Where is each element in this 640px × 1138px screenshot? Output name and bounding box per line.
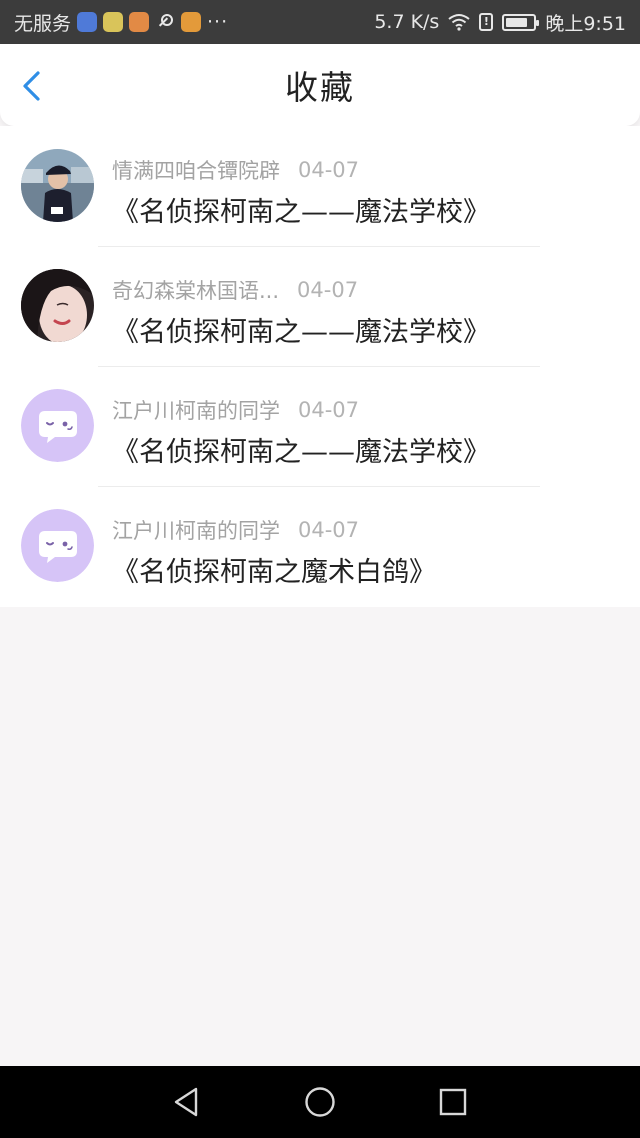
- system-nav-bar: [0, 1066, 640, 1138]
- item-title: 《名侦探柯南之——魔法学校》: [112, 437, 490, 468]
- video-app-icon: [129, 12, 150, 32]
- item-date: 04-07: [298, 158, 360, 182]
- default-chat-avatar-icon: [21, 389, 94, 462]
- battery-level-fill: [506, 17, 528, 27]
- home-circle-icon[interactable]: [303, 1085, 337, 1119]
- favorites-page: 无服务 ··· 5.7 K/s ! 晚上9:51 收藏 情满四咱合镡院辟 04-…: [0, 0, 640, 1138]
- status-bar: 无服务 ··· 5.7 K/s ! 晚上9:51: [0, 0, 640, 44]
- item-meta: 江户川柯南的同学 04-07: [112, 395, 359, 425]
- back-button[interactable]: [18, 70, 50, 102]
- item-meta: 奇幻森棠林国语... 04-07: [112, 275, 358, 305]
- author-name: 情满四咱合镡院辟: [112, 159, 280, 183]
- item-meta: 情满四咱合镡院辟 04-07: [112, 155, 359, 185]
- item-date: 04-07: [298, 398, 360, 422]
- title-bar: 收藏: [0, 44, 640, 126]
- item-date: 04-07: [297, 278, 359, 302]
- back-triangle-icon[interactable]: [170, 1085, 204, 1119]
- user-avatar[interactable]: [21, 389, 94, 462]
- default-chat-avatar-icon: [21, 509, 94, 582]
- chat-app-icon: [103, 12, 124, 32]
- wifi-icon: [448, 14, 470, 31]
- battery-icon: [502, 13, 540, 31]
- photo-avatar-cap-icon: [21, 149, 94, 222]
- favorite-item[interactable]: 江户川柯南的同学 04-07 《名侦探柯南之魔术白鸽》: [0, 487, 640, 607]
- status-bar-left: 无服务 ···: [14, 9, 228, 36]
- page-title: 收藏: [285, 68, 355, 107]
- recents-square-icon[interactable]: [436, 1085, 470, 1119]
- item-date: 04-07: [298, 518, 360, 542]
- item-title: 《名侦探柯南之——魔法学校》: [112, 197, 490, 228]
- more-notifications-icon: ···: [207, 11, 229, 33]
- network-speed: 5.7 K/s: [374, 11, 440, 33]
- favorites-list: 情满四咱合镡院辟 04-07 《名侦探柯南之——魔法学校》 奇幻森棠林国语...…: [0, 126, 640, 607]
- chevron-left-icon: [23, 71, 40, 101]
- favorite-item[interactable]: 江户川柯南的同学 04-07 《名侦探柯南之——魔法学校》: [0, 367, 640, 487]
- favorite-item[interactable]: 奇幻森棠林国语... 04-07 《名侦探柯南之——魔法学校》: [0, 247, 640, 367]
- music-app-icon: [77, 12, 98, 32]
- author-name: 江户川柯南的同学: [112, 519, 280, 543]
- item-title: 《名侦探柯南之——魔法学校》: [112, 317, 490, 348]
- user-avatar[interactable]: [21, 509, 94, 582]
- favorite-item[interactable]: 情满四咱合镡院辟 04-07 《名侦探柯南之——魔法学校》: [0, 127, 640, 247]
- author-name: 江户川柯南的同学: [112, 399, 280, 423]
- status-bar-right: 5.7 K/s ! 晚上9:51: [374, 9, 626, 36]
- box-app-icon: [181, 12, 202, 32]
- user-avatar[interactable]: [21, 269, 94, 342]
- item-title: 《名侦探柯南之魔术白鸽》: [112, 557, 436, 588]
- alert-icon: !: [479, 13, 494, 31]
- photo-avatar-girl-icon: [21, 269, 94, 342]
- author-name: 奇幻森棠林国语...: [112, 279, 280, 303]
- user-avatar[interactable]: [21, 149, 94, 222]
- key-icon: [155, 12, 175, 32]
- clock-time: 晚上9:51: [545, 12, 626, 35]
- carrier-text: 无服务: [14, 12, 72, 35]
- item-meta: 江户川柯南的同学 04-07: [112, 515, 359, 545]
